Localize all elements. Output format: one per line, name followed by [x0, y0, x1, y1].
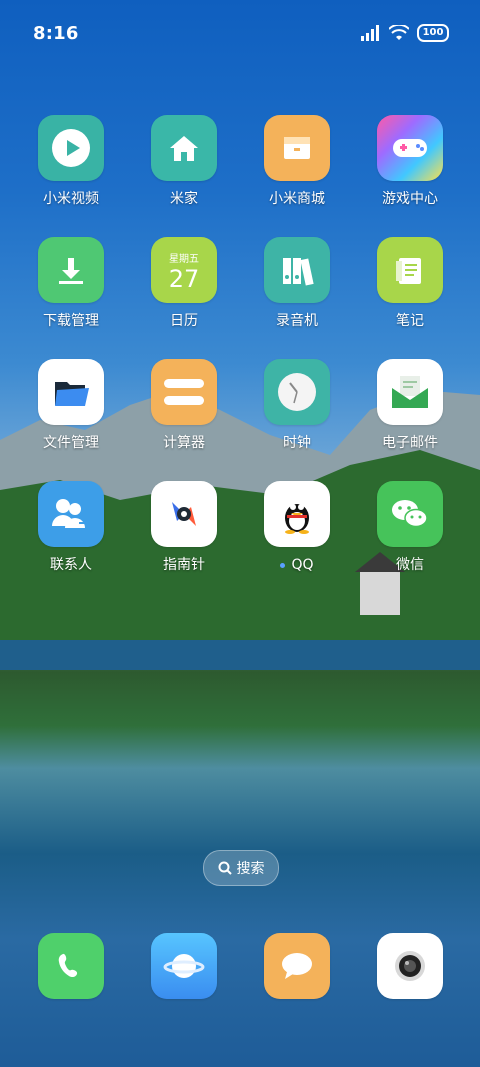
dock-phone[interactable] [38, 933, 104, 999]
battery-indicator: 100 [417, 24, 449, 42]
app-clock[interactable]: 时钟 [249, 359, 345, 451]
status-icons: 100 [361, 24, 449, 42]
camera-lens-icon [377, 933, 443, 999]
app-label: 小米商城 [269, 191, 325, 207]
app-label: 下载管理 [43, 313, 99, 329]
store-box-icon [264, 115, 330, 181]
app-label: 小米视频 [43, 191, 99, 207]
home-screen: 8:16 100 小米视频 米家 小米商城 游戏中心 下载管理 星期五 27 日… [0, 0, 480, 1067]
gamepad-icon [377, 115, 443, 181]
wechat-bubbles-icon [377, 481, 443, 547]
calculator-icon [151, 359, 217, 425]
dock-camera[interactable] [377, 933, 443, 999]
mail-envelope-icon [377, 359, 443, 425]
clock-time: 8:16 [33, 23, 79, 44]
phone-icon [38, 933, 104, 999]
calendar-weekday: 星期五 [169, 253, 199, 265]
app-label: 文件管理 [43, 435, 99, 451]
folder-icon [38, 359, 104, 425]
compass-icon [151, 481, 217, 547]
calendar-day: 27 [168, 264, 200, 293]
app-mi-home[interactable]: 米家 [136, 115, 232, 207]
search-icon [218, 861, 232, 875]
app-mi-video[interactable]: 小米视频 [23, 115, 119, 207]
contacts-people-icon [38, 481, 104, 547]
binder-icon [264, 237, 330, 303]
app-game-center[interactable]: 游戏中心 [362, 115, 458, 207]
app-contacts[interactable]: 联系人 [23, 481, 119, 573]
app-file-manager[interactable]: 文件管理 [23, 359, 119, 451]
app-qq[interactable]: QQ [249, 481, 345, 573]
app-calendar[interactable]: 星期五 27 日历 [136, 237, 232, 329]
wifi-icon [389, 25, 409, 40]
app-notes[interactable]: 笔记 [362, 237, 458, 329]
message-bubble-icon [264, 933, 330, 999]
dock-browser[interactable] [151, 933, 217, 999]
app-email[interactable]: 电子邮件 [362, 359, 458, 451]
calendar-icon: 星期五 27 [151, 237, 217, 303]
notebook-icon [377, 237, 443, 303]
app-download-manager[interactable]: 下载管理 [23, 237, 119, 329]
app-mi-store[interactable]: 小米商城 [249, 115, 345, 207]
app-label: 米家 [170, 191, 198, 207]
qq-penguin-icon [264, 481, 330, 547]
app-label: 微信 [396, 557, 424, 573]
app-label: 录音机 [276, 313, 318, 329]
app-label: 计算器 [163, 435, 205, 451]
dock-messages[interactable] [264, 933, 330, 999]
app-label: QQ [249, 557, 345, 573]
browser-planet-icon [151, 933, 217, 999]
new-badge-dot [280, 562, 286, 568]
status-bar: 8:16 100 [0, 0, 480, 68]
app-label-text: QQ [291, 557, 314, 573]
app-calculator[interactable]: 计算器 [136, 359, 232, 451]
app-wechat[interactable]: 微信 [362, 481, 458, 573]
app-recorder[interactable]: 录音机 [249, 237, 345, 329]
download-icon [38, 237, 104, 303]
signal-icon [361, 25, 379, 41]
app-label: 日历 [170, 313, 198, 329]
search-label: 搜索 [236, 861, 265, 877]
app-label: 时钟 [283, 435, 311, 451]
search-button[interactable]: 搜索 [203, 850, 279, 886]
app-label: 游戏中心 [382, 191, 438, 207]
app-label: 联系人 [50, 557, 92, 573]
app-label: 电子邮件 [382, 435, 438, 451]
app-compass[interactable]: 指南针 [136, 481, 232, 573]
app-label: 笔记 [396, 313, 424, 329]
home-icon [151, 115, 217, 181]
clock-face-icon [264, 359, 330, 425]
app-label: 指南针 [163, 557, 205, 573]
video-play-icon [38, 115, 104, 181]
